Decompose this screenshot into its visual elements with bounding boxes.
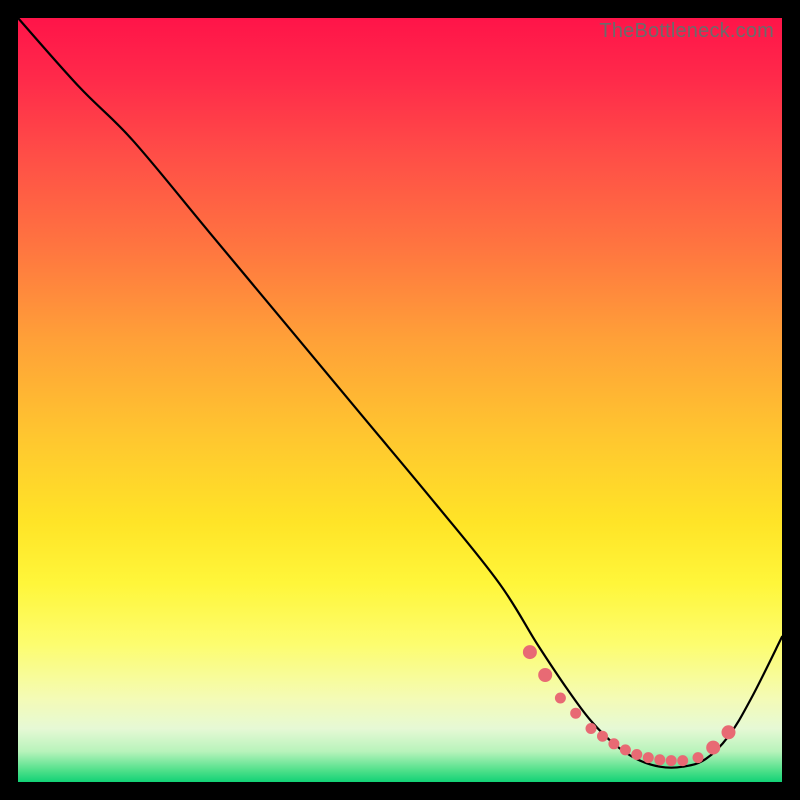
highlight-dot	[707, 741, 720, 754]
highlight-dot	[655, 755, 665, 765]
highlight-dot	[632, 750, 642, 760]
highlight-dot	[586, 724, 596, 734]
highlight-dot	[609, 739, 619, 749]
highlight-dot	[523, 646, 536, 659]
chart-svg	[18, 18, 782, 782]
highlight-dots	[523, 646, 735, 766]
highlight-dot	[678, 756, 688, 766]
highlight-dot	[722, 726, 735, 739]
bottleneck-curve	[18, 18, 782, 768]
highlight-dot	[666, 756, 676, 766]
highlight-dot	[693, 753, 703, 763]
chart-plot-area: TheBottleneck.com	[18, 18, 782, 782]
highlight-dot	[539, 669, 552, 682]
highlight-dot	[555, 693, 565, 703]
highlight-dot	[643, 753, 653, 763]
highlight-dot	[571, 708, 581, 718]
highlight-dot	[598, 731, 608, 741]
highlight-dot	[620, 745, 630, 755]
chart-stage: TheBottleneck.com	[0, 0, 800, 800]
